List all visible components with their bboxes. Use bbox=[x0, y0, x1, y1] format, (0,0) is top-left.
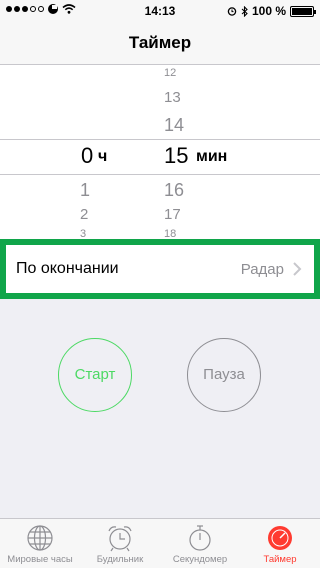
start-button[interactable]: Старт bbox=[58, 338, 132, 412]
tab-alarm[interactable]: Будильник bbox=[80, 519, 160, 568]
tab-world-clock[interactable]: Мировые часы bbox=[0, 519, 80, 568]
minute-selected: 15 bbox=[164, 143, 189, 168]
tab-label: Мировые часы bbox=[7, 554, 73, 565]
minute-option[interactable]: 16 bbox=[146, 180, 206, 201]
tab-timer[interactable]: Таймер bbox=[240, 519, 320, 568]
status-right: 100 % bbox=[227, 4, 316, 18]
globe-icon bbox=[27, 525, 53, 551]
hour-option[interactable]: 1 bbox=[58, 180, 118, 201]
hour-option[interactable]: 3 bbox=[58, 228, 118, 239]
tab-bar: Мировые часы Будильник Секундомер Таймер bbox=[0, 518, 320, 568]
hour-option[interactable]: 2 bbox=[58, 206, 118, 223]
battery-percent: 100 % bbox=[251, 4, 286, 18]
minute-unit: мин bbox=[196, 148, 228, 165]
time-picker[interactable]: 123 12 13 14 16 17 18 0 ч 15 мин bbox=[0, 65, 320, 239]
chevron-right-icon bbox=[293, 262, 302, 276]
bluetooth-icon bbox=[241, 5, 248, 17]
hour-unit: ч bbox=[98, 148, 108, 165]
tab-label: Будильник bbox=[96, 554, 144, 565]
alarm-icon bbox=[227, 7, 237, 16]
on-end-row[interactable]: По окончании Радар bbox=[0, 239, 320, 299]
minute-option[interactable]: 18 bbox=[146, 228, 206, 239]
minute-option[interactable]: 17 bbox=[146, 206, 206, 223]
tab-label: Секундомер bbox=[172, 554, 228, 565]
minute-option[interactable]: 13 bbox=[146, 89, 206, 106]
page-title: Таймер bbox=[0, 20, 320, 65]
alarm-clock-icon bbox=[108, 526, 132, 552]
hour-selected: 0 bbox=[81, 143, 94, 168]
stopwatch-icon bbox=[189, 525, 211, 551]
battery-icon bbox=[290, 5, 316, 17]
minute-option[interactable]: 12 bbox=[146, 67, 206, 79]
on-end-value: Радар bbox=[240, 261, 284, 278]
tab-label: Таймер bbox=[263, 554, 297, 565]
status-bar: 14:13 100 % bbox=[0, 0, 320, 20]
on-end-label: По окончании bbox=[16, 260, 119, 277]
pause-button[interactable]: Пауза bbox=[187, 338, 261, 412]
timer-icon bbox=[268, 526, 292, 550]
tab-stopwatch[interactable]: Секундомер bbox=[160, 519, 240, 568]
minute-option[interactable]: 14 bbox=[146, 115, 206, 136]
